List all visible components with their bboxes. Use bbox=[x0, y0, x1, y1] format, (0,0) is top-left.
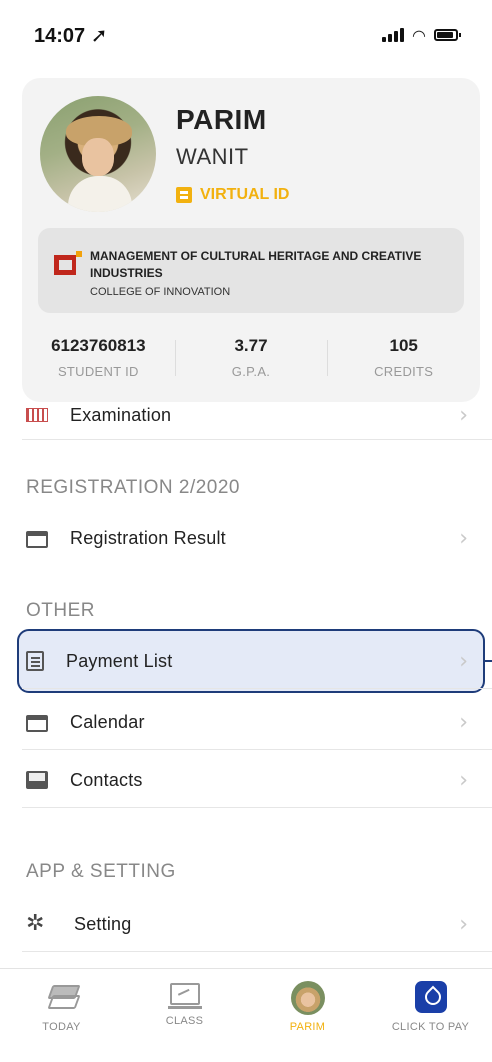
tab-click-to-pay[interactable]: CLICK TO PAY bbox=[369, 969, 492, 1062]
virtual-id-label: VIRTUAL ID bbox=[200, 186, 290, 203]
last-name: WANIT bbox=[176, 144, 249, 169]
pay-icon bbox=[414, 981, 447, 1013]
inbox-icon bbox=[26, 771, 48, 789]
wifi-icon: ◠ bbox=[412, 25, 426, 45]
menu-item-calendar[interactable]: Calendar › bbox=[22, 694, 492, 750]
tab-label: CLICK TO PAY bbox=[391, 1021, 470, 1033]
battery-icon bbox=[434, 29, 461, 41]
department-box: MANAGEMENT OF CULTURAL HERITAGE AND CREA… bbox=[38, 228, 464, 313]
calendar-icon bbox=[26, 714, 48, 732]
layers-icon bbox=[45, 981, 79, 1011]
tab-today[interactable]: TODAY bbox=[0, 969, 123, 1062]
student-stats: 6123760813 STUDENT ID 3.77 G.P.A. 105 CR… bbox=[22, 336, 480, 388]
profile-avatar[interactable] bbox=[40, 96, 156, 212]
menu-item-contacts[interactable]: Contacts › bbox=[22, 752, 492, 808]
menu-item-examination[interactable]: Examination › bbox=[22, 390, 492, 440]
avatar-icon bbox=[290, 981, 325, 1015]
stat-value: 3.77 bbox=[234, 336, 268, 355]
menu-item-setting[interactable]: ✲ Setting › bbox=[22, 896, 492, 952]
section-title-app-setting: APP & SETTING bbox=[26, 861, 176, 882]
status-bar: 14:07 ➚ ◠ bbox=[0, 0, 492, 70]
stat-student-id: 6123760813 STUDENT ID bbox=[22, 336, 175, 388]
menu-item-label: Calendar bbox=[70, 711, 145, 732]
chevron-right-icon: › bbox=[459, 402, 468, 428]
menu-item-label: Setting bbox=[74, 913, 132, 934]
college-name: COLLEGE OF INNOVATION bbox=[90, 286, 231, 298]
chevron-right-icon: › bbox=[459, 648, 468, 674]
menu-item-label: Registration Result bbox=[70, 527, 226, 548]
stat-gpa: 3.77 G.P.A. bbox=[174, 336, 328, 388]
chevron-right-icon: › bbox=[459, 525, 468, 551]
status-time: 14:07 bbox=[34, 24, 86, 47]
profile-card: PARIM WANIT VIRTUAL ID MANAGEMENT OF CUL… bbox=[22, 78, 480, 402]
stat-value: 6123760813 bbox=[51, 336, 146, 355]
menu-item-registration-result[interactable]: Registration Result › bbox=[22, 510, 492, 566]
calendar-grid-icon bbox=[26, 408, 48, 422]
tab-label: CLASS bbox=[165, 1015, 204, 1027]
college-logo-icon bbox=[54, 251, 82, 275]
tab-profile[interactable]: PARIM bbox=[246, 969, 369, 1062]
chevron-right-icon: › bbox=[459, 767, 468, 793]
window-icon bbox=[26, 530, 48, 548]
tab-class[interactable]: CLASS bbox=[123, 969, 246, 1062]
stat-label: STUDENT ID bbox=[57, 364, 139, 379]
stat-value: 105 bbox=[389, 336, 418, 355]
tab-label: TODAY bbox=[42, 1021, 81, 1033]
menu-item-payment-list[interactable]: Payment List › bbox=[22, 633, 492, 689]
virtual-id-button[interactable]: VIRTUAL ID bbox=[176, 186, 289, 204]
stat-credits: 105 CREDITS bbox=[327, 336, 480, 388]
department-name: MANAGEMENT OF CULTURAL HERITAGE AND CREA… bbox=[90, 249, 422, 280]
menu-item-label: Examination bbox=[70, 404, 172, 425]
stat-label: G.P.A. bbox=[231, 364, 271, 379]
location-arrow-icon: ➚ bbox=[90, 24, 108, 47]
chevron-right-icon: › bbox=[459, 911, 468, 937]
section-title-registration: REGISTRATION 2/2020 bbox=[26, 477, 240, 498]
chevron-right-icon: › bbox=[459, 709, 468, 735]
menu-item-label: Contacts bbox=[70, 769, 143, 790]
bottom-tab-bar: TODAY CLASS PARIM CLICK TO PAY bbox=[0, 968, 492, 1062]
id-card-icon bbox=[176, 187, 192, 203]
gear-icon: ✲ bbox=[26, 911, 45, 936]
tab-label: PARIM bbox=[289, 1021, 326, 1033]
menu-item-label: Payment List bbox=[66, 650, 173, 671]
signal-icon bbox=[382, 28, 405, 42]
laptop-chart-icon bbox=[167, 983, 202, 1009]
stat-label: CREDITS bbox=[374, 364, 434, 379]
status-icons: ◠ bbox=[382, 25, 461, 45]
first-name: PARIM bbox=[176, 104, 267, 135]
receipt-icon bbox=[26, 651, 44, 671]
section-title-other: OTHER bbox=[26, 600, 95, 621]
